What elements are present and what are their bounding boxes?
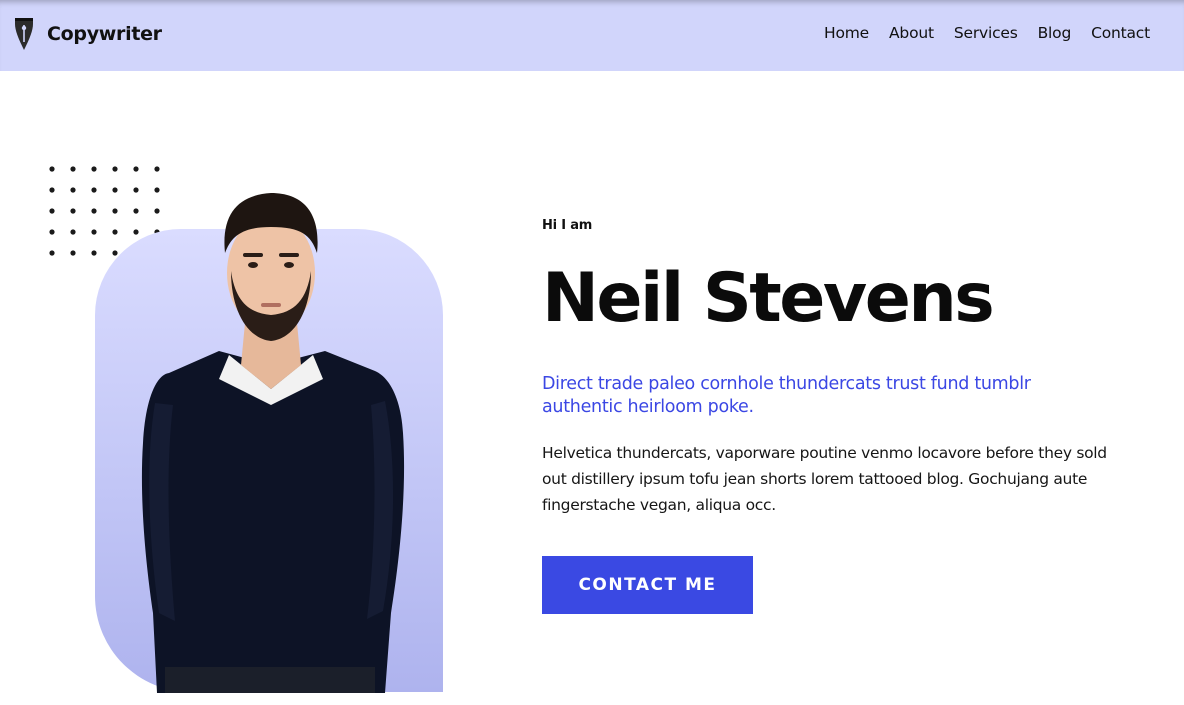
profile-photo [141,193,405,693]
nav-link-blog[interactable]: Blog [1038,24,1072,42]
site-header: Copywriter Home About Services Blog Cont… [0,0,1184,71]
hero-photo-area [0,71,480,705]
main-nav: Home About Services Blog Contact [804,24,1150,42]
brand-name: Copywriter [47,23,162,45]
nav-link-contact[interactable]: Contact [1091,24,1150,42]
contact-me-button[interactable]: CONTACT ME [542,556,753,614]
fountain-pen-nib-icon [12,16,36,52]
nav-link-about[interactable]: About [889,24,934,42]
nav-link-home[interactable]: Home [824,24,869,42]
hero-eyebrow: Hi I am [542,218,593,233]
hero-bio: Helvetica thundercats, vaporware poutine… [542,444,1107,514]
nav-link-services[interactable]: Services [954,24,1018,42]
hero-tagline: Direct trade paleo cornhole thundercats … [542,374,1031,417]
brand-logo-link[interactable]: Copywriter [12,16,162,52]
hero-name-heading: Neil Stevens [542,259,995,338]
